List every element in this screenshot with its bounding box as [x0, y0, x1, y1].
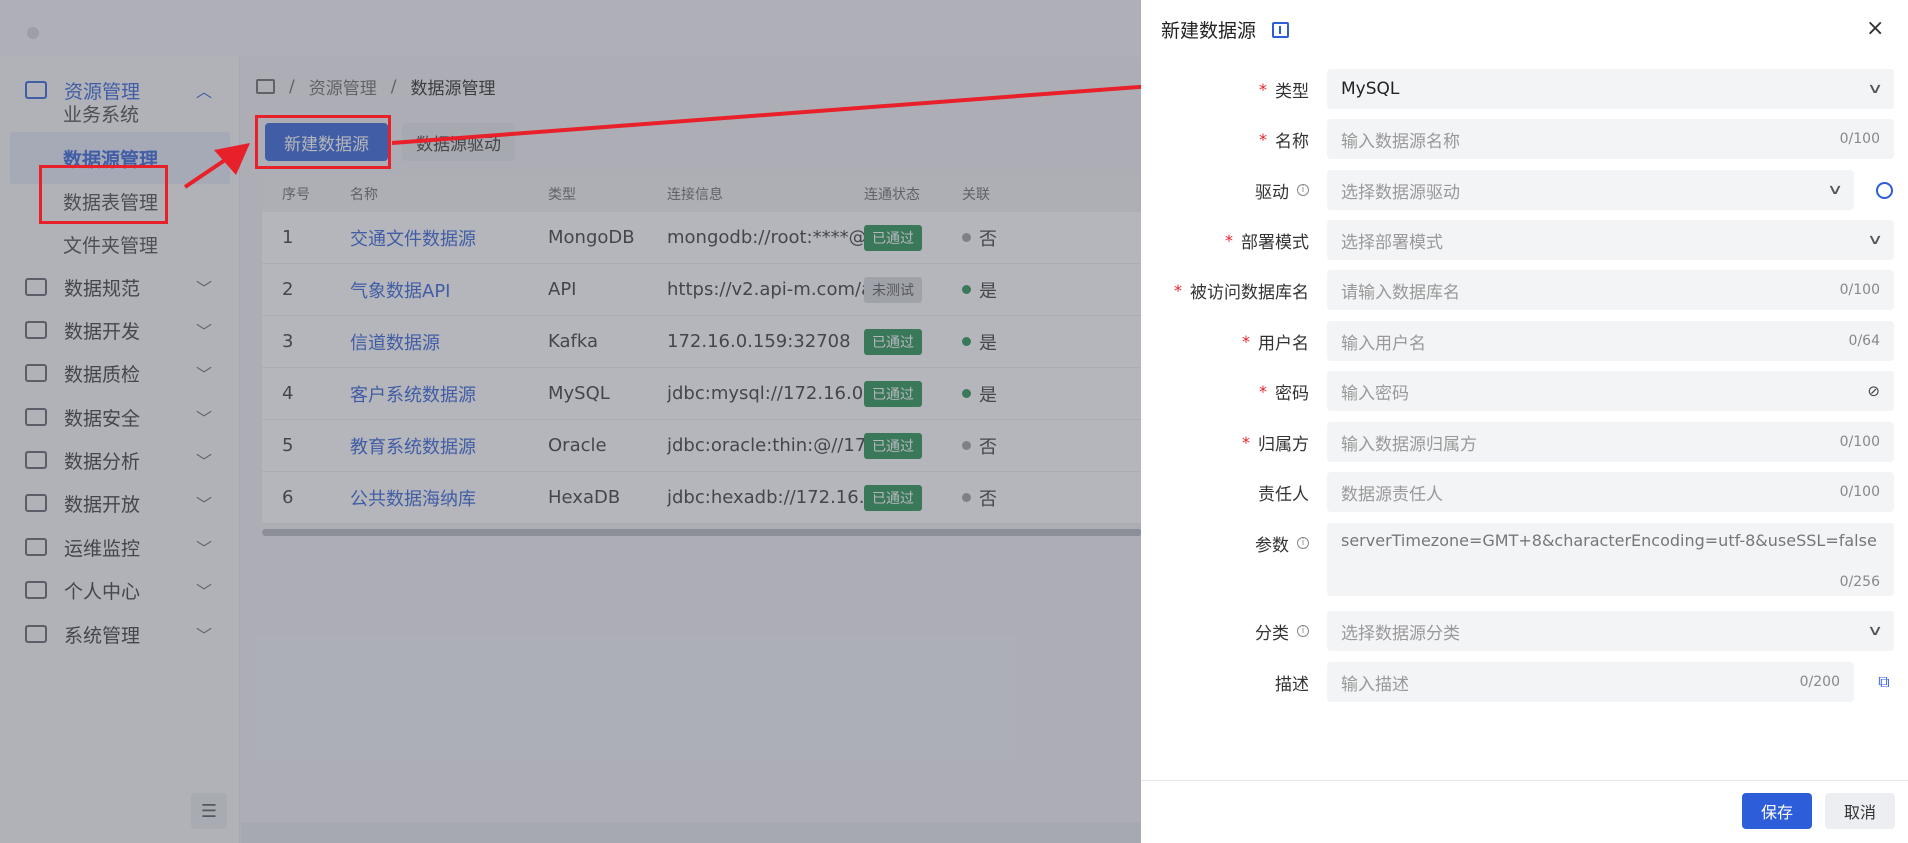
params-textarea[interactable]: serverTimezone=GMT+8&characterEncoding=u…: [1327, 523, 1894, 596]
driver-placeholder: 选择数据源驱动: [1341, 182, 1460, 203]
form-row-deploy: * 部署模式 选择部署模式 ∨: [1141, 220, 1908, 260]
modal-overlay[interactable]: [0, 0, 1141, 843]
form-row-dbname: * 被访问数据库名 请输入数据库名 0/100: [1141, 270, 1908, 310]
category-placeholder: 选择数据源分类: [1341, 623, 1460, 644]
field-label: 名称: [1275, 131, 1309, 152]
dbname-placeholder: 请输入数据库名: [1341, 282, 1460, 303]
deploy-mode-select[interactable]: 选择部署模式 ∨: [1327, 220, 1894, 260]
required-mark: *: [1242, 331, 1250, 351]
type-select-value: MySQL: [1341, 79, 1400, 99]
chevron-down-icon: ∨: [1866, 232, 1884, 248]
type-select[interactable]: MySQL ∨: [1327, 69, 1894, 109]
char-count: 0/100: [1839, 484, 1880, 500]
info-icon[interactable]: i: [1297, 537, 1309, 549]
field-label: 归属方: [1258, 434, 1309, 455]
form-row-category: 分类 i 选择数据源分类 ∨: [1141, 611, 1908, 651]
highlight-box-new-button: [255, 115, 391, 169]
field-label: 责任人: [1258, 484, 1309, 505]
field-label: 部署模式: [1241, 232, 1309, 253]
database-name-input[interactable]: 请输入数据库名 0/100: [1327, 270, 1894, 310]
field-label: 类型: [1275, 81, 1309, 102]
char-count: 0/100: [1839, 131, 1880, 147]
chevron-down-icon: ∨: [1826, 182, 1844, 198]
required-mark: *: [1174, 280, 1182, 300]
password-placeholder: 输入密码: [1341, 383, 1409, 404]
driver-select[interactable]: 选择数据源驱动 ∨: [1327, 170, 1854, 210]
desc-placeholder: 输入描述: [1341, 674, 1409, 695]
form-row-desc: 描述 输入描述 0/200 ⧉: [1141, 662, 1908, 702]
info-icon[interactable]: i: [1297, 625, 1309, 637]
drawer-header: 新建数据源: [1161, 16, 1290, 43]
save-button[interactable]: 保存: [1742, 793, 1812, 829]
cancel-button[interactable]: 取消: [1825, 793, 1895, 829]
driver-settings-icon[interactable]: [1874, 180, 1894, 200]
category-select[interactable]: 选择数据源分类 ∨: [1327, 611, 1894, 651]
form-row-name: * 名称 输入数据源名称 0/100: [1141, 119, 1908, 159]
chevron-down-icon: ∨: [1866, 623, 1884, 639]
form-row-username: * 用户名 输入用户名 0/64: [1141, 321, 1908, 361]
drawer-footer-divider: [1141, 780, 1908, 781]
field-label: 分类: [1255, 623, 1289, 644]
manager-placeholder: 数据源责任人: [1341, 484, 1443, 505]
required-mark: *: [1259, 129, 1267, 149]
owner-input[interactable]: 输入数据源归属方 0/100: [1327, 422, 1894, 462]
form-row-password: * 密码 输入密码 ⊘: [1141, 371, 1908, 411]
info-icon[interactable]: i: [1297, 184, 1309, 196]
char-count: 0/100: [1839, 434, 1880, 450]
char-count: 0/200: [1799, 674, 1840, 690]
field-label: 参数: [1255, 535, 1289, 556]
username-input[interactable]: 输入用户名 0/64: [1327, 321, 1894, 361]
form-row-owner: * 归属方 输入数据源归属方 0/100: [1141, 422, 1908, 462]
chevron-down-icon: ∨: [1866, 81, 1884, 97]
highlight-box-datasource-menu: [39, 165, 168, 224]
field-label: 被访问数据库名: [1190, 282, 1309, 303]
deploy-placeholder: 选择部署模式: [1341, 232, 1443, 253]
username-placeholder: 输入用户名: [1341, 333, 1426, 354]
owner-placeholder: 输入数据源归属方: [1341, 434, 1477, 455]
drawer-title: 新建数据源: [1161, 20, 1257, 42]
required-mark: *: [1259, 381, 1267, 401]
name-input[interactable]: 输入数据源名称 0/100: [1327, 119, 1894, 159]
copy-icon[interactable]: ⧉: [1874, 672, 1894, 692]
password-input[interactable]: 输入密码 ⊘: [1327, 371, 1894, 411]
form-row-driver: 驱动 i 选择数据源驱动 ∨: [1141, 170, 1908, 210]
required-mark: *: [1259, 79, 1267, 99]
name-placeholder: 输入数据源名称: [1341, 131, 1460, 152]
manager-input[interactable]: 数据源责任人 0/100: [1327, 472, 1894, 512]
field-label: 密码: [1275, 383, 1309, 404]
char-count: 0/100: [1839, 282, 1880, 298]
new-datasource-drawer: 新建数据源 × * 类型 MySQL ∨ * 名称 输入数据源名称 0/100 驱动 i …: [1141, 0, 1908, 843]
char-count: 0/64: [1848, 333, 1880, 349]
field-label: 用户名: [1258, 333, 1309, 354]
description-input[interactable]: 输入描述 0/200: [1327, 662, 1854, 702]
required-mark: *: [1242, 432, 1250, 452]
form-row-manager: 责任人 数据源责任人 0/100: [1141, 472, 1908, 512]
field-label: 描述: [1275, 674, 1309, 695]
required-mark: *: [1225, 230, 1233, 250]
doc-icon[interactable]: [1272, 21, 1290, 38]
form-row-type: * 类型 MySQL ∨: [1141, 69, 1908, 109]
params-value: serverTimezone=GMT+8&characterEncoding=u…: [1341, 531, 1877, 550]
close-icon[interactable]: ×: [1866, 16, 1884, 41]
eye-off-icon[interactable]: ⊘: [1867, 382, 1880, 400]
field-label: 驱动: [1255, 182, 1289, 203]
char-count: 0/256: [1839, 574, 1880, 590]
